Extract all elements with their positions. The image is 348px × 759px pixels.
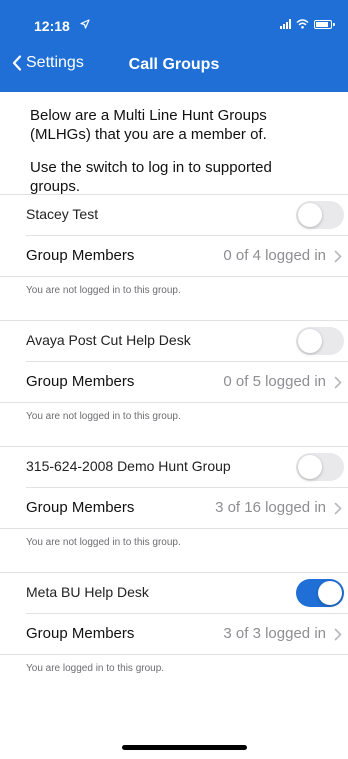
group-login-switch[interactable] xyxy=(296,327,344,355)
divider xyxy=(0,528,348,529)
call-group: 315-624-2008 Demo Hunt Group Group Membe… xyxy=(0,446,348,572)
group-login-status: You are not logged in to this group. xyxy=(26,285,181,296)
chevron-right-icon xyxy=(334,376,342,389)
group-login-status: You are not logged in to this group. xyxy=(26,411,181,422)
intro-line-1: Below are a Multi Line Hunt Groups (MLHG… xyxy=(30,107,267,143)
members-logged-in-count: 0 of 4 logged in xyxy=(223,247,326,264)
home-indicator[interactable] xyxy=(122,745,247,750)
divider xyxy=(0,276,348,277)
status-time: 12:18 xyxy=(34,18,70,34)
members-logged-in-count: 0 of 5 logged in xyxy=(223,373,326,390)
location-arrow-icon xyxy=(80,19,90,29)
group-login-switch[interactable] xyxy=(296,201,344,229)
nav-bar: Settings Call Groups xyxy=(0,40,348,92)
call-group: Meta BU Help Desk Group Members 3 of 3 l… xyxy=(0,572,348,698)
members-logged-in-count: 3 of 16 logged in xyxy=(215,499,326,516)
divider xyxy=(0,572,348,573)
group-login-status: You are not logged in to this group. xyxy=(26,537,181,548)
group-members-row[interactable]: Group Members 0 of 5 logged in xyxy=(0,362,348,402)
group-members-row[interactable]: Group Members 0 of 4 logged in xyxy=(0,236,348,276)
header: 12:18 Settings Call Groups xyxy=(0,0,348,92)
status-bar: 12:18 xyxy=(0,0,348,40)
divider xyxy=(0,402,348,403)
group-login-switch[interactable] xyxy=(296,453,344,481)
divider xyxy=(0,654,348,655)
system-icons xyxy=(280,19,335,29)
divider xyxy=(0,446,348,447)
call-group: Avaya Post Cut Help Desk Group Members 0… xyxy=(0,320,348,446)
group-name: Avaya Post Cut Help Desk xyxy=(26,332,191,348)
page-title: Call Groups xyxy=(128,56,220,73)
chevron-right-icon xyxy=(334,628,342,641)
wifi-icon xyxy=(296,19,309,29)
group-members-label: Group Members xyxy=(26,373,135,390)
group-name: Stacey Test xyxy=(26,206,99,222)
group-members-label: Group Members xyxy=(26,625,135,642)
intro-line-2: Use the switch to log in to supported gr… xyxy=(30,159,272,195)
signal-icon xyxy=(280,19,291,29)
battery-icon xyxy=(314,19,335,29)
call-group: Stacey Test Group Members 0 of 4 logged … xyxy=(0,194,348,320)
group-members-row[interactable]: Group Members 3 of 16 logged in xyxy=(0,488,348,528)
intro-text: Below are a Multi Line Hunt Groups (MLHG… xyxy=(0,92,348,196)
group-members-label: Group Members xyxy=(26,499,135,516)
group-members-label: Group Members xyxy=(26,247,135,264)
chevron-right-icon xyxy=(334,502,342,515)
divider xyxy=(0,320,348,321)
group-name: 315-624-2008 Demo Hunt Group xyxy=(26,458,231,474)
members-logged-in-count: 3 of 3 logged in xyxy=(223,625,326,642)
group-login-status: You are logged in to this group. xyxy=(26,663,165,674)
divider xyxy=(0,194,348,195)
group-members-row[interactable]: Group Members 3 of 3 logged in xyxy=(0,614,348,654)
chevron-right-icon xyxy=(334,250,342,263)
group-name: Meta BU Help Desk xyxy=(26,584,149,600)
group-login-switch[interactable] xyxy=(296,579,344,607)
